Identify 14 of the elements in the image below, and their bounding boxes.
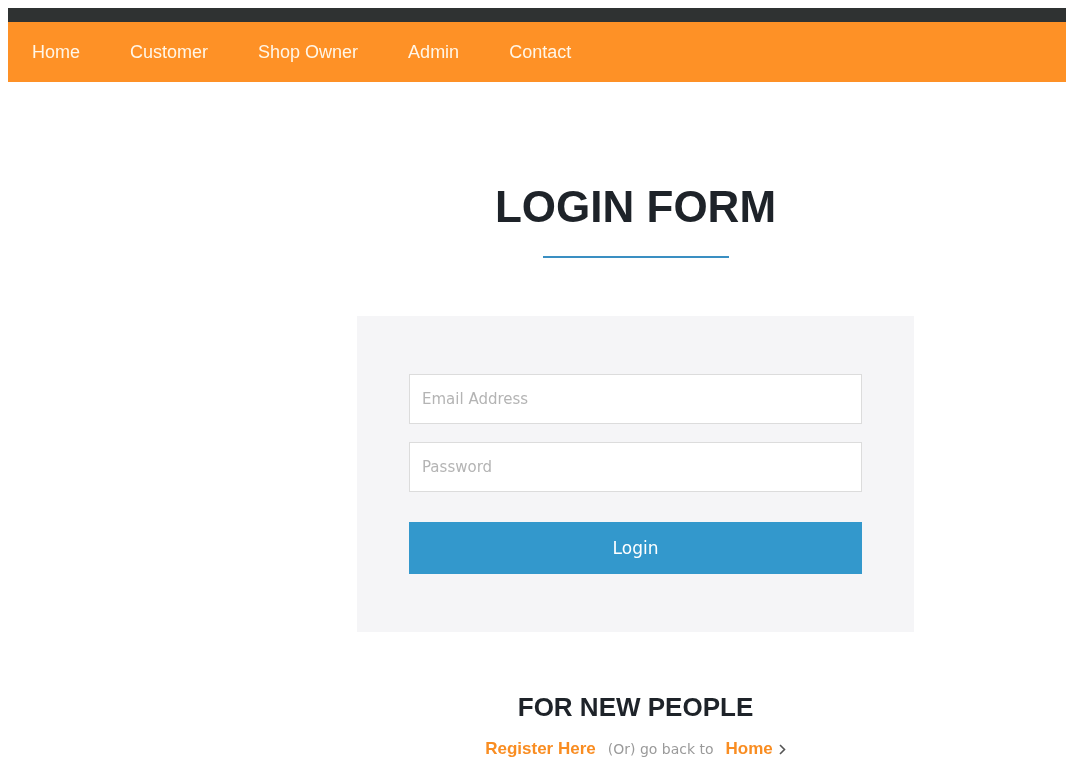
nav-link[interactable]: Home xyxy=(32,41,80,63)
nav-link[interactable]: Contact xyxy=(509,41,572,63)
helper-text: (Or) go back to xyxy=(607,741,714,757)
chevron-right-icon xyxy=(778,743,786,755)
input-field[interactable]: Password xyxy=(409,442,862,492)
section-heading: FOR NEW PEOPLE xyxy=(517,692,754,723)
nav-link[interactable]: Admin xyxy=(408,41,460,63)
home-link[interactable]: Home xyxy=(725,739,773,759)
register-link[interactable]: Register Here xyxy=(485,739,596,759)
nav-link[interactable]: Shop Owner xyxy=(258,41,359,63)
input-field[interactable]: Email Address xyxy=(409,374,862,424)
nav-link[interactable]: Customer xyxy=(130,41,209,63)
page-title: LOGIN FORM xyxy=(494,181,777,233)
login-button[interactable]: Login xyxy=(409,522,862,574)
